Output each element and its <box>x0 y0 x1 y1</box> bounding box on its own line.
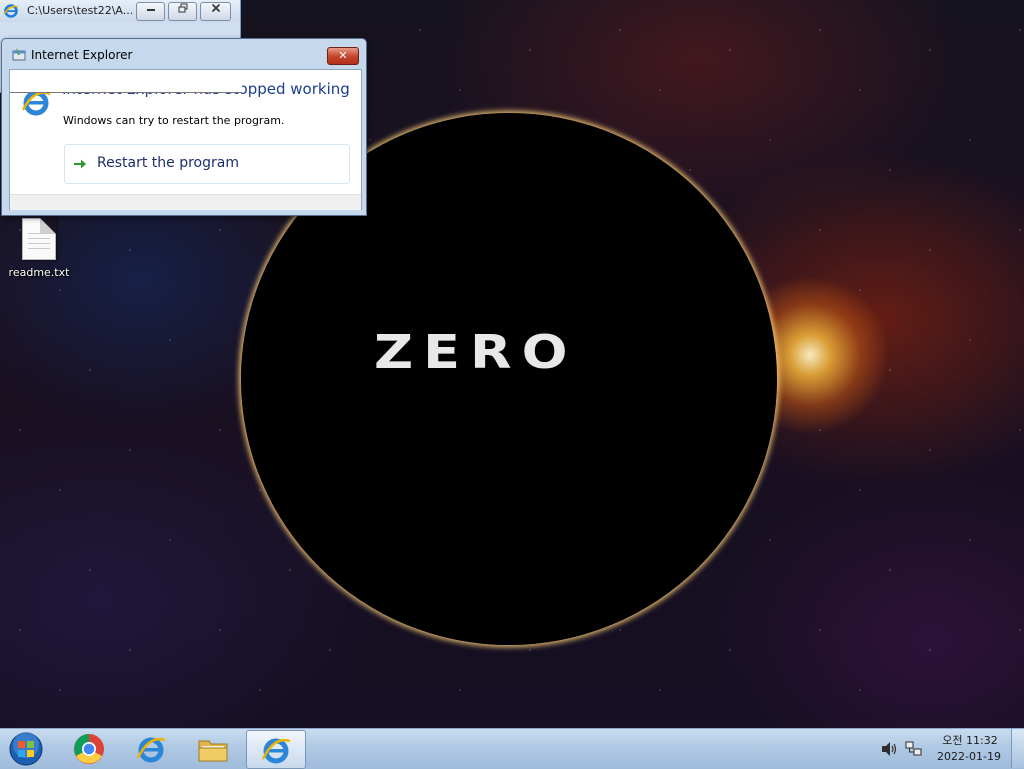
background-window-title: C:\Users\test22\A... <box>27 4 134 17</box>
minimize-button[interactable] <box>136 2 165 21</box>
internet-explorer-icon <box>261 738 291 764</box>
internet-explorer-icon <box>3 4 19 18</box>
dialog-content: Internet Explorer has stopped working Wi… <box>9 69 362 210</box>
app-crash-icon <box>12 47 26 61</box>
taskbar-file-explorer[interactable] <box>184 730 242 767</box>
background-window-body <box>10 70 242 93</box>
green-arrow-icon <box>74 159 86 169</box>
folder-icon <box>198 740 228 762</box>
taskbar-internet-explorer-running[interactable] <box>246 730 306 769</box>
speaker-icon[interactable] <box>880 741 898 757</box>
dialog-message: Windows can try to restart the program. <box>63 114 285 127</box>
windows-start-orb-icon[interactable] <box>6 731 46 767</box>
close-icon: ✕ <box>338 49 348 62</box>
dialog-titlebar[interactable]: Internet Explorer ✕ <box>2 39 366 69</box>
taskbar <box>0 728 1024 769</box>
crash-dialog[interactable]: Internet Explorer ✕ Internet Explorer ha… <box>1 38 367 216</box>
internet-explorer-icon <box>136 737 166 763</box>
desktop-icon-label: readme.txt <box>8 266 70 279</box>
minimize-icon <box>146 9 155 11</box>
restart-program-label: Restart the program <box>97 155 239 171</box>
restart-program-button[interactable]: Restart the program <box>64 144 350 184</box>
taskbar-internet-explorer[interactable] <box>122 730 180 767</box>
close-icon <box>211 3 220 13</box>
clock-date[interactable]: 2022-01-19 <box>937 750 1001 763</box>
dialog-title: Internet Explorer <box>31 48 133 62</box>
close-button[interactable] <box>200 2 231 21</box>
restore-button[interactable] <box>168 2 197 21</box>
background-window-titlebar[interactable]: C:\Users\test22\A... <box>0 0 240 22</box>
desktop-icon-readme[interactable]: readme.txt <box>8 218 70 279</box>
network-icon[interactable] <box>905 741 923 757</box>
wallpaper-logo: ZERO <box>374 324 578 380</box>
chrome-icon <box>74 734 104 764</box>
text-file-icon <box>22 218 56 260</box>
dialog-close-button[interactable]: ✕ <box>327 47 359 65</box>
dialog-footer <box>10 194 361 210</box>
taskbar-chrome[interactable] <box>60 730 118 767</box>
clock-time[interactable]: 오전 11:32 <box>940 732 1000 748</box>
restore-icon <box>178 3 187 13</box>
show-desktop-button[interactable] <box>1011 729 1024 768</box>
